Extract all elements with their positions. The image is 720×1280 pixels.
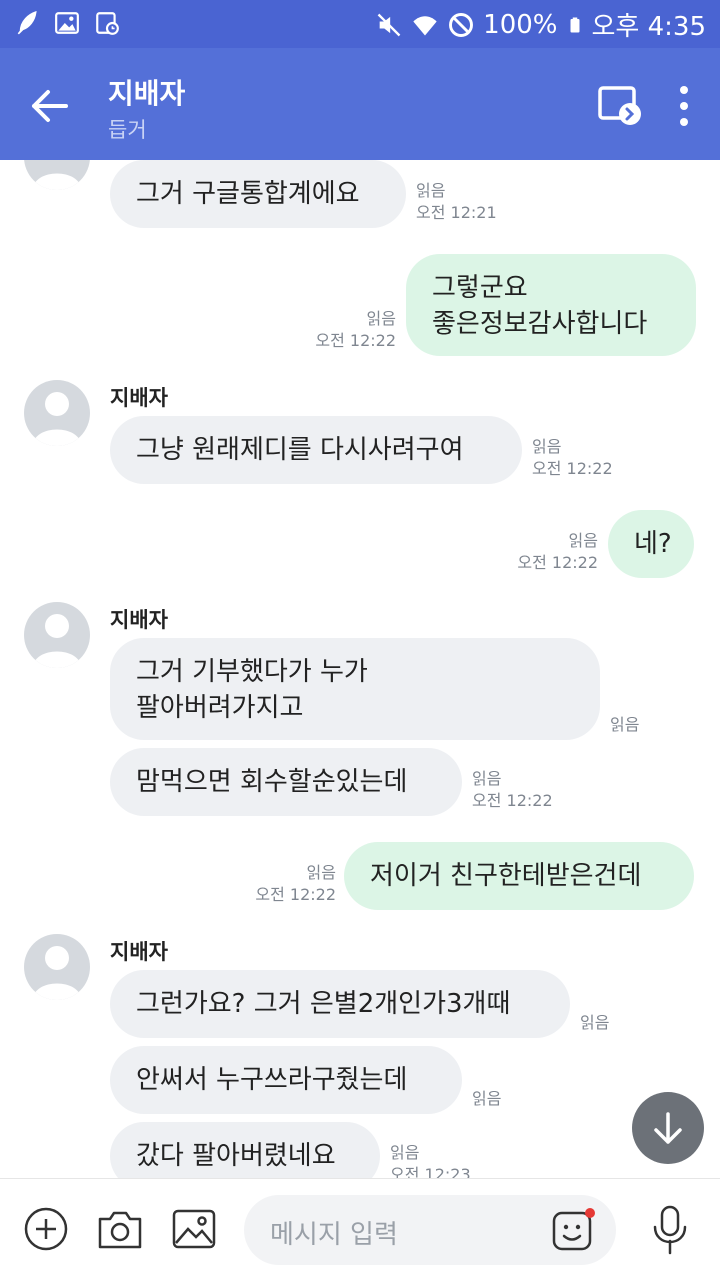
message-input-bar: 메시지 입력 (0, 1178, 720, 1280)
calendar-icon (96, 12, 119, 35)
message-meta: 읽음 오전 12:23 (390, 1142, 471, 1178)
message-bubble[interactable]: 갔다 팔아버렸네요 (110, 1122, 380, 1178)
message-meta: 읽음 오전 12:22 (517, 530, 598, 574)
camera-icon[interactable] (96, 1205, 144, 1253)
avatar[interactable] (24, 602, 90, 668)
message-time: 오전 12:22 (472, 791, 553, 810)
scroll-to-bottom-button[interactable] (632, 1092, 704, 1164)
message-bubble[interactable]: 그거 기부했다가 누가 팔아버려가지고 (110, 638, 600, 740)
message-meta: 읽음 (580, 1012, 609, 1034)
read-receipt: 읽음 (472, 1089, 502, 1108)
read-receipt: 읽음 (366, 309, 396, 328)
message-bubble[interactable]: 네? (608, 510, 694, 578)
emoji-icon[interactable] (550, 1207, 596, 1253)
add-icon[interactable] (22, 1205, 70, 1253)
message-bubble[interactable]: 안써서 누구쓰라구줬는데 (110, 1046, 462, 1114)
message-input-placeholder: 메시지 입력 (270, 1220, 398, 1250)
message-meta: 읽음 (610, 714, 639, 736)
message-bubble[interactable]: 그냥 원래제디를 다시사려구여 (110, 416, 522, 484)
status-bar: 100% 오후 4:35 (0, 0, 720, 48)
message-time: 오전 12:22 (517, 553, 598, 572)
chat-title: 지배자 (108, 77, 186, 110)
message-meta: 읽음 (472, 1088, 501, 1110)
clock: 오후 4:35 (591, 12, 707, 42)
screen-share-icon[interactable] (596, 82, 644, 130)
message-list[interactable]: 그거 구글통합계에요 읽음 오전 12:21 그렇군요 좋은정보감사합니다 읽음… (0, 160, 720, 1178)
gallery-icon[interactable] (170, 1205, 218, 1253)
wifi-icon (413, 15, 437, 35)
read-receipt: 읽음 (416, 181, 446, 200)
message-input[interactable]: 메시지 입력 (244, 1195, 616, 1265)
read-receipt: 읽음 (610, 715, 640, 734)
sender-name: 지배자 (110, 386, 168, 410)
battery-icon (570, 17, 579, 32)
more-vertical-icon[interactable] (666, 82, 702, 130)
arrow-left-icon[interactable] (22, 78, 78, 134)
avatar[interactable] (24, 160, 90, 190)
message-time: 오전 12:22 (532, 459, 613, 478)
message-bubble[interactable]: 그거 구글통합계에요 (110, 160, 406, 228)
message-bubble[interactable]: 맘먹으면 회수할순있는데 (110, 748, 462, 816)
message-meta: 읽음 오전 12:22 (315, 308, 396, 352)
message-time: 오전 12:23 (390, 1165, 471, 1178)
read-receipt: 읽음 (568, 531, 598, 550)
battery-percentage: 100% (483, 9, 558, 40)
avatar[interactable] (24, 934, 90, 1000)
message-bubble[interactable]: 그렇군요 좋은정보감사합니다 (406, 254, 696, 356)
read-receipt: 읽음 (580, 1013, 610, 1032)
message-meta: 읽음 오전 12:22 (472, 768, 553, 812)
message-bubble[interactable]: 저이거 친구한테받은건데 (344, 842, 694, 910)
message-time: 오전 12:22 (315, 331, 396, 350)
read-receipt: 읽음 (306, 863, 336, 882)
message-bubble[interactable]: 그런가요? 그거 은별2개인가3개때 (110, 970, 570, 1038)
block-icon (449, 12, 474, 37)
arrow-down-icon (654, 1112, 682, 1144)
message-time: 오전 12:21 (416, 203, 497, 222)
sender-name: 지배자 (110, 940, 168, 964)
message-meta: 읽음 오전 12:21 (416, 180, 497, 224)
message-time: 오전 12:22 (255, 885, 336, 904)
chat-subtitle: 듭거 (108, 118, 147, 142)
message-meta: 읽음 오전 12:22 (532, 436, 613, 480)
read-receipt: 읽음 (390, 1143, 420, 1162)
mute-icon (377, 13, 401, 36)
read-receipt: 읽음 (472, 769, 502, 788)
mic-icon[interactable] (650, 1203, 690, 1257)
chat-header: 지배자 듭거 (0, 48, 720, 160)
message-meta: 읽음 오전 12:22 (255, 862, 336, 906)
sender-name: 지배자 (110, 608, 168, 632)
feather-icon (17, 10, 37, 35)
avatar[interactable] (24, 380, 90, 446)
read-receipt: 읽음 (532, 437, 562, 456)
image-icon (55, 12, 79, 34)
